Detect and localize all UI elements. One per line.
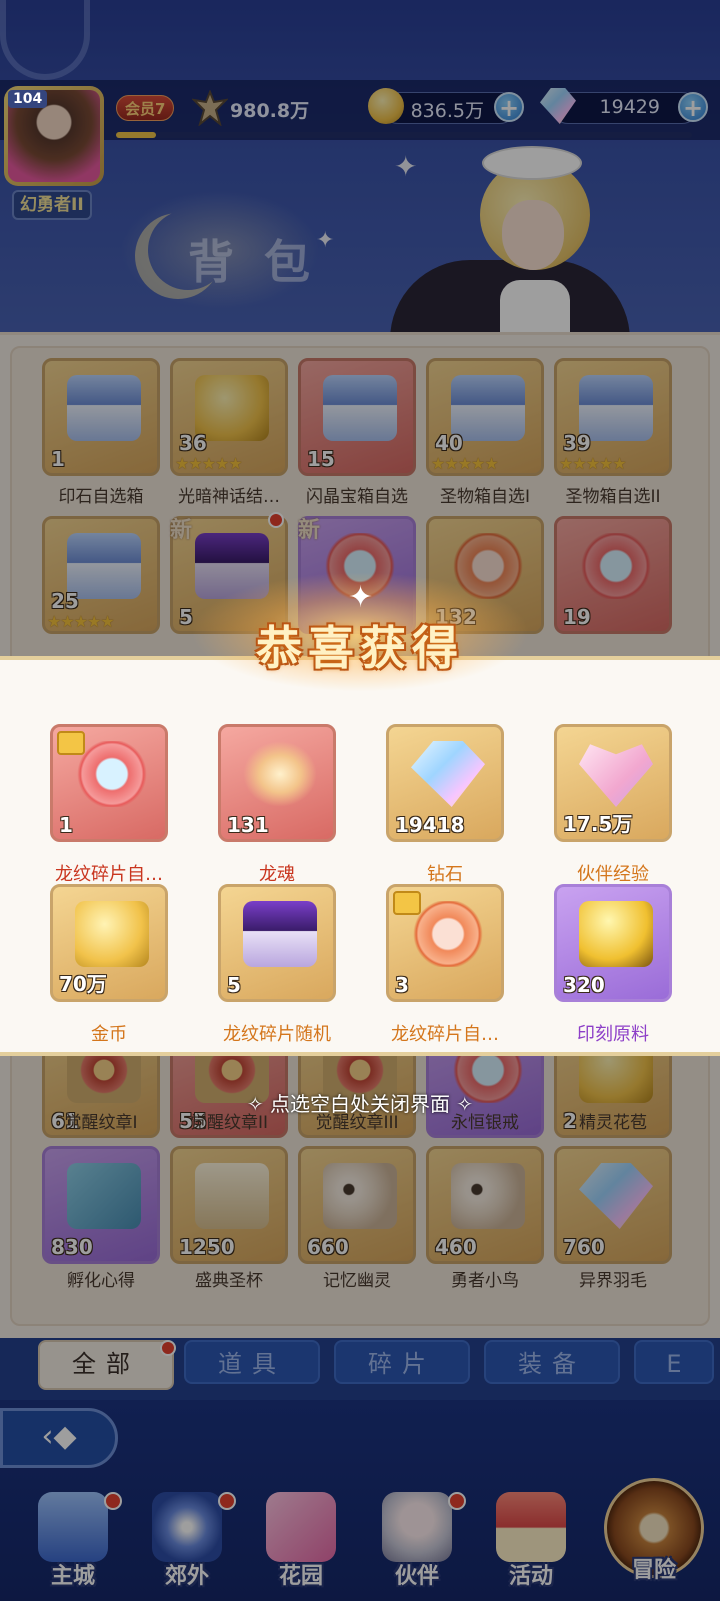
reward-slot: 17.5万: [554, 724, 672, 842]
reward-slot: 131: [218, 724, 336, 842]
reward-count: 3: [395, 973, 409, 997]
reward-name: 龙纹碎片自…: [391, 1024, 499, 1045]
reward-slot: 70万: [50, 884, 168, 1002]
reward-art-icon: [411, 741, 485, 807]
reward-art-icon: [243, 741, 317, 807]
reward-slot: 5: [218, 884, 336, 1002]
sparkle-icon: ✦: [348, 580, 374, 615]
reward-count: 131: [227, 813, 269, 837]
reward-count: 5: [227, 973, 241, 997]
close-hint[interactable]: ✧ 点选空白处关闭界面 ✧: [0, 1088, 720, 1117]
reward-art-icon: [75, 901, 149, 967]
reward-art-icon: [411, 901, 485, 967]
puzzle-piece-icon: [393, 891, 421, 915]
reward-count: 70万: [59, 972, 107, 996]
reward-count: 1: [59, 813, 73, 837]
reward-name: 印刻原料: [577, 1024, 649, 1045]
reward-name: 龙纹碎片自…: [55, 864, 163, 885]
reward-name: 钻石: [427, 864, 463, 885]
reward-name: 金币: [91, 1024, 127, 1045]
close-hint-text: 点选空白处关闭界面: [270, 1092, 450, 1116]
reward-art-icon: [243, 901, 317, 967]
reward-count: 17.5万: [563, 812, 633, 836]
reward-art-icon: [579, 744, 653, 807]
player-level: 104: [8, 90, 48, 108]
reward-count: 19418: [395, 813, 465, 837]
reward-slot: 19418: [386, 724, 504, 842]
reward-name: 伙伴经验: [577, 864, 649, 885]
reward-slot: 3: [386, 884, 504, 1002]
reward-art-icon: [579, 901, 653, 967]
reward-name: 龙魂: [259, 864, 295, 885]
reward-name: 龙纹碎片随机: [223, 1024, 331, 1045]
reward-slot: 320: [554, 884, 672, 1002]
reward-count: 320: [563, 973, 605, 997]
reward-art-icon: [75, 741, 149, 807]
reward-slot: 1: [50, 724, 168, 842]
reward-popup-title: 恭喜获得: [256, 621, 464, 675]
puzzle-piece-icon: [57, 731, 85, 755]
